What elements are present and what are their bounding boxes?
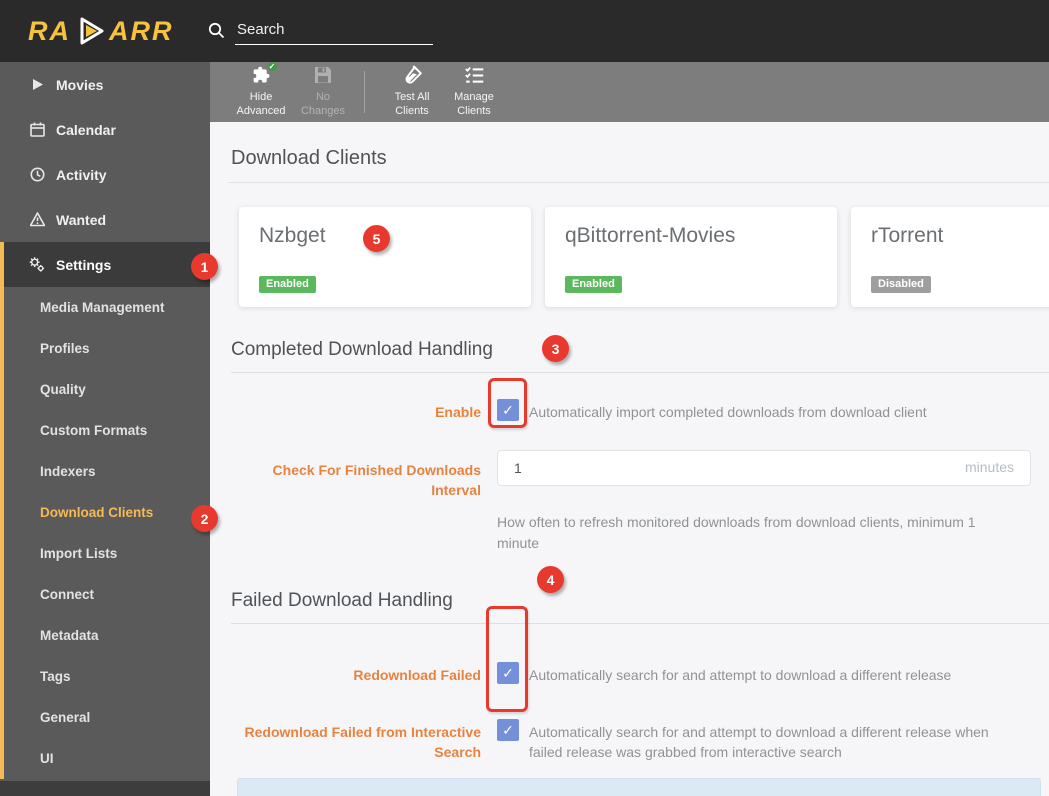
- sidebar-item-profiles[interactable]: Profiles: [4, 328, 210, 369]
- interval-input[interactable]: [497, 450, 1031, 486]
- page-toolbar: ✓ Hide Advanced No Changes Test All Clie…: [210, 61, 1049, 122]
- annotation-box-enable: [488, 378, 527, 428]
- status-badge: Enabled: [565, 276, 622, 293]
- logo-text-right: ARR: [109, 15, 174, 46]
- calendar-icon: [29, 122, 45, 138]
- page-title: Download Clients: [231, 147, 387, 169]
- interval-row: Check For Finished Downloads Interval mi…: [231, 450, 1049, 500]
- annotation-circle-1: 1: [191, 253, 218, 280]
- sidebar-item-download-clients[interactable]: Download Clients: [4, 492, 210, 533]
- radarr-logo[interactable]: RA ARR: [28, 14, 174, 48]
- client-name: rTorrent: [871, 224, 944, 247]
- sidebar-item-metadata[interactable]: Metadata: [4, 615, 210, 656]
- enable-help: Automatically import completed downloads…: [529, 404, 927, 420]
- section-divider: [231, 372, 1049, 373]
- section-title-failed: Failed Download Handling: [231, 590, 453, 611]
- sidebar-item-activity[interactable]: Activity: [0, 152, 210, 197]
- redownload-interactive-checkbox[interactable]: ✓: [497, 719, 519, 741]
- interval-label: Check For Finished Downloads Interval: [272, 462, 481, 498]
- client-card-qbittorrent[interactable]: qBittorrent-Movies Enabled: [545, 207, 837, 307]
- sidebar-item-label: Activity: [56, 166, 107, 183]
- check-icon: ✓: [266, 61, 278, 73]
- status-badge: Enabled: [259, 276, 316, 293]
- search-input[interactable]: [235, 18, 433, 45]
- sidebar: Movies Calendar Activity Wanted Settings…: [0, 62, 210, 796]
- interval-input-wrap: minutes: [481, 450, 1031, 486]
- redownload-failed-row: Redownload Failed ✓ Automatically search…: [231, 662, 1049, 685]
- settings-group: Settings Media Management Profiles Quali…: [0, 242, 210, 779]
- manage-clients-button[interactable]: Manage Clients: [443, 65, 505, 119]
- main-content: Download Clients Nzbget Enabled qBittorr…: [210, 122, 1049, 796]
- logo-text-left: RA: [28, 15, 71, 46]
- sidebar-item-media-management[interactable]: Media Management: [4, 287, 210, 328]
- sidebar-item-label: Movies: [56, 76, 104, 93]
- toolbar-divider: [364, 71, 365, 113]
- annotation-circle-5: 5: [363, 225, 390, 252]
- info-box: The Remove settings were moved to the in…: [237, 778, 1041, 796]
- redownload-failed-label: Redownload Failed: [353, 667, 481, 683]
- warning-triangle-icon: [29, 212, 45, 228]
- sidebar-item-label: Settings: [56, 256, 112, 273]
- sidebar-item-movies[interactable]: Movies: [0, 62, 210, 107]
- client-card-rtorrent[interactable]: rTorrent Disabled: [851, 207, 1049, 307]
- status-badge: Disabled: [871, 276, 931, 293]
- sidebar-item-indexers[interactable]: Indexers: [4, 451, 210, 492]
- play-icon: [80, 17, 104, 45]
- sidebar-item-custom-formats[interactable]: Custom Formats: [4, 410, 210, 451]
- hide-advanced-button[interactable]: ✓ Hide Advanced: [230, 61, 292, 119]
- sidebar-item-connect[interactable]: Connect: [4, 574, 210, 615]
- section-title-completed: Completed Download Handling: [231, 339, 493, 360]
- redownload-interactive-help: Automatically search for and attempt to …: [529, 724, 989, 760]
- redownload-interactive-label: Redownload Failed from Interactive Searc…: [244, 724, 482, 760]
- annotation-circle-2: 2: [191, 505, 218, 532]
- client-name: Nzbget: [259, 224, 326, 247]
- annotation-box-failed: [486, 606, 528, 712]
- annotation-circle-4: 4: [537, 566, 564, 593]
- redownload-interactive-row: Redownload Failed from Interactive Searc…: [231, 719, 1049, 762]
- client-card-nzbget[interactable]: Nzbget Enabled: [239, 207, 531, 307]
- enable-row: Enable ✓ Automatically import completed …: [231, 399, 1049, 422]
- clock-icon: [29, 167, 45, 183]
- puzzle-check-icon: ✓: [251, 61, 278, 87]
- client-name: qBittorrent-Movies: [565, 224, 736, 247]
- client-cards: Nzbget Enabled qBittorrent-Movies Enable…: [239, 207, 1049, 307]
- sidebar-item-settings[interactable]: Settings: [4, 242, 210, 287]
- sidebar-item-calendar[interactable]: Calendar: [0, 107, 210, 152]
- test-all-clients-button[interactable]: Test All Clients: [381, 65, 443, 119]
- play-icon: [29, 77, 45, 93]
- sidebar-item-tags[interactable]: Tags: [4, 656, 210, 697]
- save-icon: [313, 65, 333, 87]
- sidebar-item-import-lists[interactable]: Import Lists: [4, 533, 210, 574]
- sidebar-item-wanted[interactable]: Wanted: [0, 197, 210, 242]
- search-box: [208, 18, 433, 45]
- interval-help: How often to refresh monitored downloads…: [497, 514, 976, 551]
- list-check-icon: [464, 65, 485, 87]
- sidebar-item-quality[interactable]: Quality: [4, 369, 210, 410]
- no-changes-button[interactable]: No Changes: [292, 65, 354, 119]
- section-divider: [231, 623, 1049, 624]
- top-bar: RA ARR: [0, 0, 1049, 62]
- sidebar-bottom-strip: [0, 781, 210, 796]
- test-tube-icon: [402, 65, 423, 87]
- sidebar-item-general[interactable]: General: [4, 697, 210, 738]
- search-icon: [208, 22, 225, 39]
- sidebar-item-label: Calendar: [56, 121, 116, 138]
- gears-icon: [29, 257, 45, 273]
- sidebar-item-ui[interactable]: UI: [4, 738, 210, 779]
- redownload-failed-help: Automatically search for and attempt to …: [529, 667, 952, 683]
- enable-label: Enable: [435, 404, 481, 420]
- sidebar-item-label: Wanted: [56, 211, 107, 228]
- title-divider: [228, 182, 1049, 183]
- annotation-circle-3: 3: [542, 335, 569, 362]
